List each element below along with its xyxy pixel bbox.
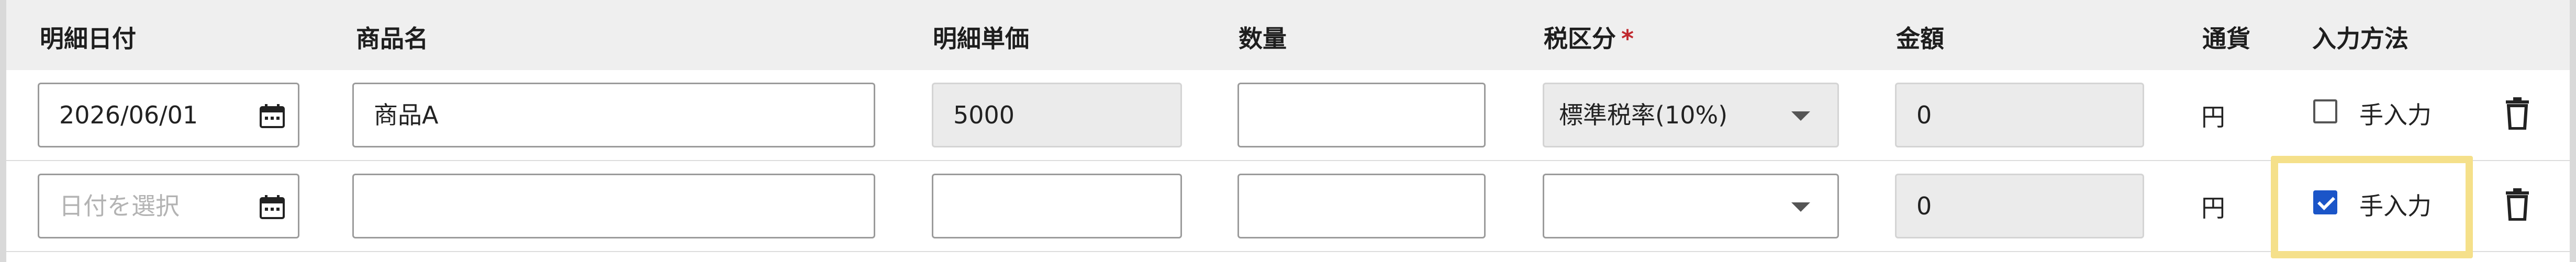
manual-input-label: 手入力 xyxy=(2359,101,2432,129)
calendar-icon[interactable] xyxy=(259,104,285,128)
table-row: 日付を選択 0 円 手入力 xyxy=(6,161,2570,252)
header-currency: 通貨 xyxy=(2202,25,2250,53)
product-input[interactable] xyxy=(352,174,875,238)
dropdown-arrow-icon xyxy=(1791,202,1810,212)
unit-price-field: 5000 xyxy=(932,83,1182,147)
header-product: 商品名 xyxy=(356,25,428,53)
header-input-method: 入力方法 xyxy=(2312,25,2408,53)
header-amount: 金額 xyxy=(1896,25,1944,53)
header-tax-label: 税区分 xyxy=(1544,25,1616,53)
header-date: 明細日付 xyxy=(40,25,136,53)
quantity-input[interactable] xyxy=(1237,174,1486,238)
table-header: 明細日付 商品名 明細単価 数量 税区分 * 金額 通貨 入力方法 xyxy=(6,0,2570,71)
line-items-table: 明細日付 商品名 明細単価 数量 税区分 * 金額 通貨 入力方法 2026/06… xyxy=(0,0,2576,262)
manual-input-label: 手入力 xyxy=(2359,192,2432,220)
calendar-icon[interactable] xyxy=(259,195,285,219)
header-tax: 税区分 * xyxy=(1544,20,1634,54)
date-picker[interactable]: 2026/06/01 xyxy=(38,83,299,147)
header-unit-price: 明細単価 xyxy=(933,25,1029,53)
product-value: 商品A xyxy=(374,101,439,129)
product-input[interactable]: 商品A xyxy=(352,83,875,147)
amount-value: 0 xyxy=(1916,101,1932,129)
amount-value: 0 xyxy=(1916,192,1932,220)
quantity-input[interactable] xyxy=(1237,83,1486,147)
tax-select[interactable]: 標準税率(10%) xyxy=(1543,83,1839,147)
dropdown-arrow-icon xyxy=(1791,111,1810,121)
trash-icon[interactable] xyxy=(2506,187,2529,221)
currency-value: 円 xyxy=(2201,194,2225,222)
tax-value: 標準税率(10%) xyxy=(1559,101,1728,129)
unit-price-input[interactable] xyxy=(932,174,1182,238)
tax-select[interactable] xyxy=(1543,174,1839,238)
manual-input-checkbox-checked[interactable] xyxy=(2313,190,2337,214)
header-quantity: 数量 xyxy=(1239,25,1287,53)
amount-field: 0 xyxy=(1895,83,2144,147)
trash-icon[interactable] xyxy=(2506,96,2529,130)
date-picker[interactable]: 日付を選択 xyxy=(38,174,299,238)
unit-price-value: 5000 xyxy=(953,101,1015,129)
date-value: 2026/06/01 xyxy=(59,101,198,129)
currency-value: 円 xyxy=(2201,103,2225,131)
table-row: 2026/06/01 商品A 5000 標準税率(10%) 0 円 手入力 xyxy=(6,70,2570,161)
amount-field: 0 xyxy=(1895,174,2144,238)
date-placeholder: 日付を選択 xyxy=(59,192,180,220)
manual-input-checkbox[interactable] xyxy=(2313,99,2337,123)
required-mark: * xyxy=(1621,25,1634,53)
